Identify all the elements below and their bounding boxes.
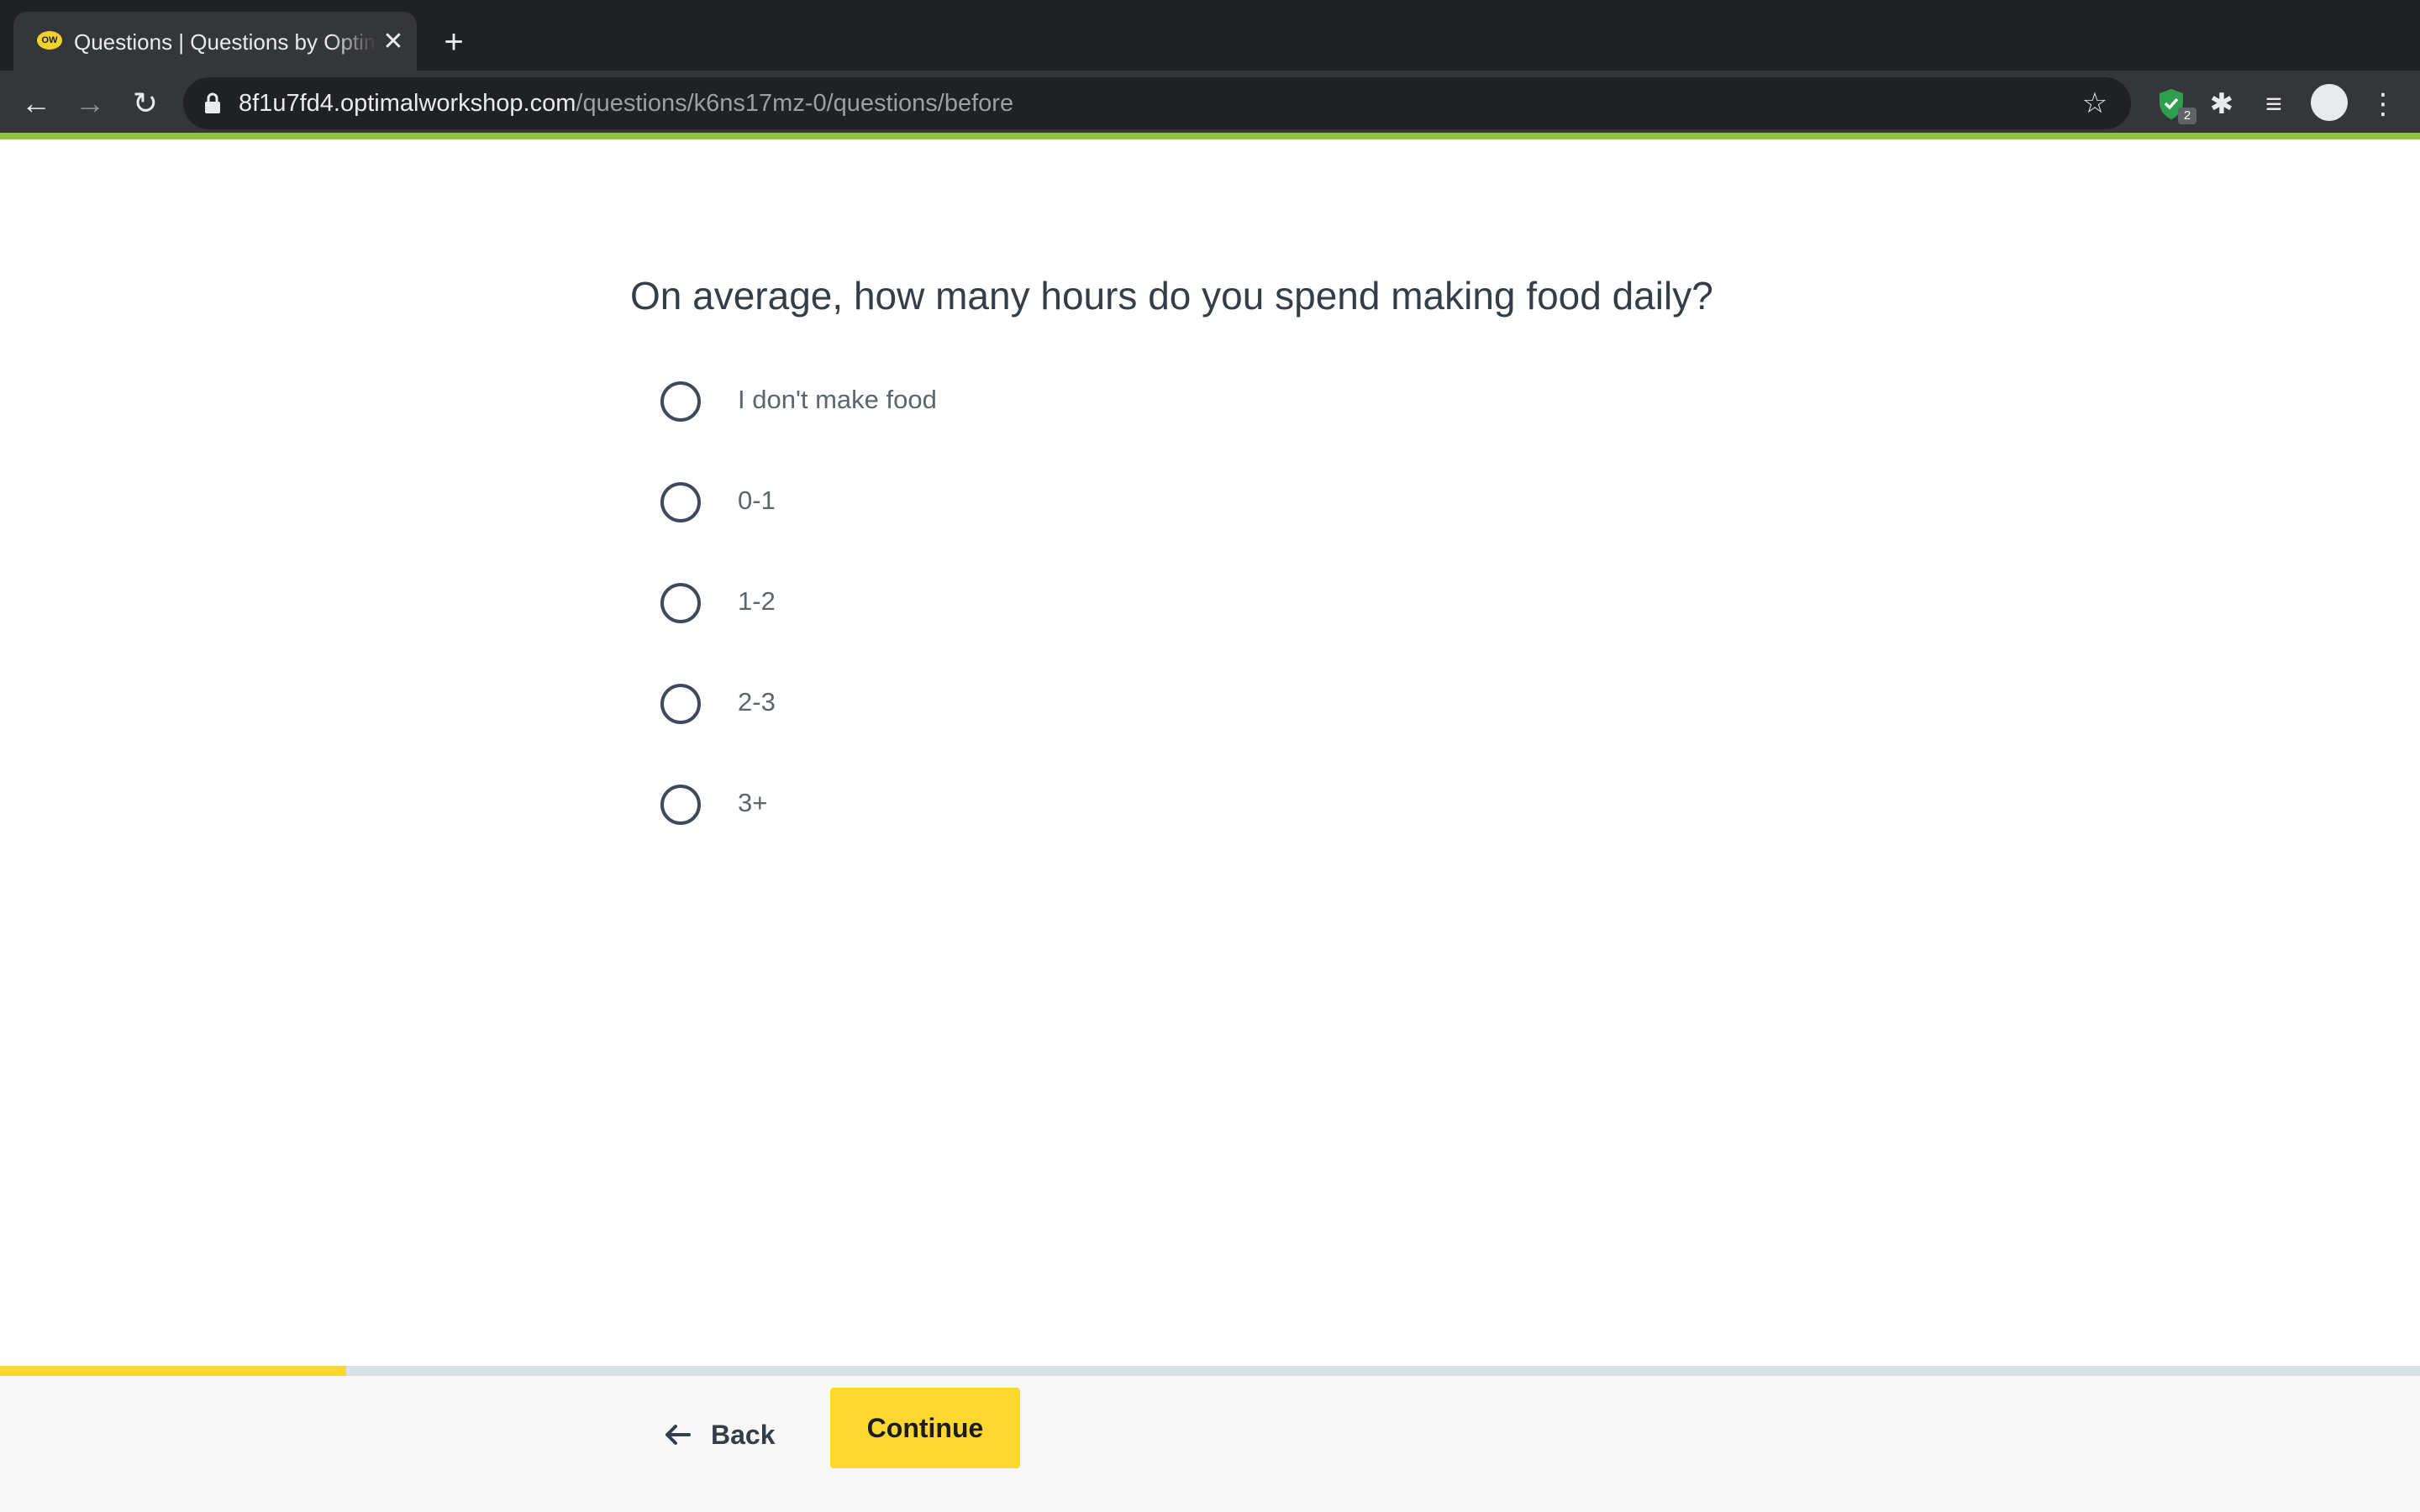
footer-nav: Back Continue [0,1376,2420,1512]
extension-badge: 2 [2178,108,2196,124]
browser-tab[interactable]: OW Questions | Questions by Optimal Work… [13,12,417,71]
accent-divider [0,133,2420,139]
radio-button[interactable] [660,684,701,724]
address-bar[interactable]: 8f1u7fd4.optimalworkshop.com/questions/k… [183,77,2131,129]
option-label[interactable]: 0-1 [738,479,776,522]
url-text: 8f1u7fd4.optimalworkshop.com/questions/k… [239,86,1013,121]
browser-toolbar: ← → ↻ 8f1u7fd4.optimalworkshop.com/quest… [0,71,2420,136]
browser-menu-icon[interactable]: ⋮ [2363,84,2403,124]
optimal-workshop-favicon-icon: OW [37,31,62,50]
option-row[interactable]: 3+ [660,771,1417,838]
back-label: Back [711,1420,776,1450]
new-tab-button[interactable]: + [435,24,472,60]
option-row[interactable]: 1-2 [660,570,1417,637]
extensions-puzzle-icon[interactable]: ✱ [2202,84,2242,124]
continue-button[interactable]: Continue [830,1388,1020,1468]
tab-close-icon[interactable]: ✕ [376,25,410,59]
shield-extension-icon[interactable]: 2 [2151,84,2196,124]
back-nav-icon[interactable]: ← [15,82,57,124]
option-label[interactable]: 3+ [738,781,767,825]
option-row[interactable]: 2-3 [660,670,1417,738]
option-label[interactable]: 2-3 [738,680,776,724]
url-host: 8f1u7fd4.optimalworkshop.com [239,90,576,117]
radio-button[interactable] [660,381,701,422]
url-path: /questions/k6ns17mz-0/questions/before [576,90,1014,117]
progress-bar [0,1366,2420,1376]
media-control-icon[interactable]: ≡ [2254,84,2294,124]
radio-button[interactable] [660,482,701,522]
bookmark-star-icon[interactable]: ☆ [2077,86,2112,121]
option-row[interactable]: I don't make food [660,368,1417,435]
forward-nav-icon[interactable]: → [69,82,111,124]
lock-icon [205,92,220,113]
question-heading: On average, how many hours do you spend … [630,274,1713,318]
option-label[interactable]: I don't make food [738,378,937,422]
browser-tab-bar: OW Questions | Questions by Optimal Work… [0,0,2420,71]
profile-avatar[interactable] [2311,84,2348,121]
arrow-left-icon [666,1425,691,1445]
tab-title: Questions | Questions by Optimal Worksho… [74,29,376,55]
reload-icon[interactable]: ↻ [124,82,166,124]
radio-button[interactable] [660,785,701,825]
back-button[interactable]: Back [655,1394,815,1475]
radio-button[interactable] [660,583,701,623]
progress-fill [0,1366,346,1376]
option-row[interactable]: 0-1 [660,469,1417,536]
option-label[interactable]: 1-2 [738,580,776,623]
